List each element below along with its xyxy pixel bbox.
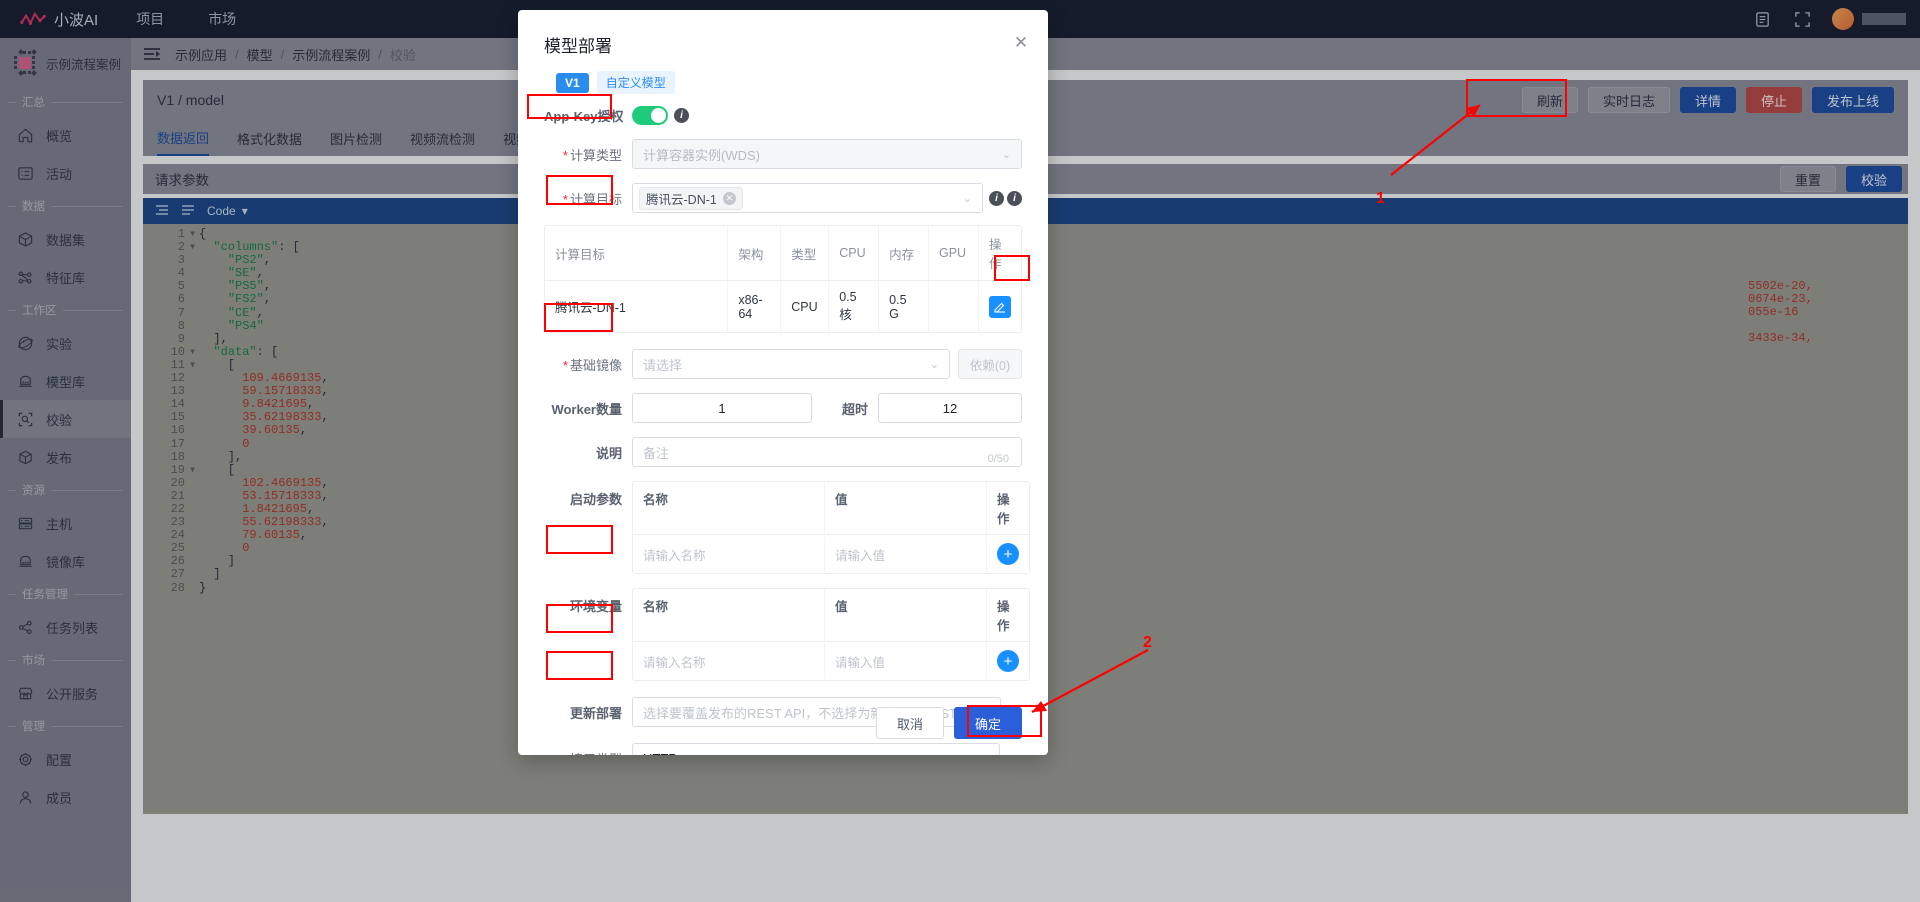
chevron-down-icon: ⌄: [929, 358, 939, 371]
col-arch: 架构: [727, 226, 782, 281]
compute-target-select[interactable]: 腾讯云-DN-1 ✕ ⌄: [632, 183, 983, 213]
start-param-value-input[interactable]: 请输入值: [825, 536, 987, 572]
table-row: 请输入名称 请输入值 +: [633, 535, 1029, 573]
appkey-toggle[interactable]: [632, 106, 668, 125]
col-name: 名称: [633, 589, 825, 641]
required-star: *: [562, 147, 568, 163]
col-action: 操作: [978, 226, 1021, 281]
col-action: 操作: [997, 493, 1010, 526]
col-target: 计算目标: [545, 226, 729, 281]
description-input[interactable]: 备注 0/50: [632, 437, 1022, 467]
required-star: *: [562, 357, 568, 373]
cell-mem: 0.5 G: [878, 280, 929, 332]
description-row: 说明 备注 0/50: [518, 437, 1048, 467]
compute-target-label: * 计算目标: [562, 191, 622, 207]
base-image-placeholder: 请选择: [643, 357, 683, 373]
timeout-input[interactable]: 12: [878, 393, 1022, 423]
col-mem: 内存: [878, 226, 929, 281]
env-var-value-input[interactable]: 请输入值: [825, 643, 987, 679]
chevron-down-icon: ⌄: [1001, 148, 1011, 161]
resource-table: 计算目标 架构 类型 CPU 内存 GPU 操作 腾讯云-DN-1 x86-64…: [544, 225, 1022, 333]
worker-timeout-row: Worker数量 1 超时 12: [518, 393, 1048, 423]
close-icon[interactable]: ✕: [722, 191, 736, 205]
cell-target: 腾讯云-DN-1: [545, 280, 729, 332]
table-row: 腾讯云-DN-1 x86-64 CPU 0.5 核 0.5 G: [545, 280, 1022, 333]
base-image-label: * 基础镜像: [562, 357, 622, 373]
version-badge: V1: [556, 72, 589, 93]
compute-target-row: * 计算目标 腾讯云-DN-1 ✕ ⌄ i i: [518, 183, 1048, 213]
info-icon[interactable]: i: [674, 108, 689, 123]
description-placeholder: 备注: [643, 445, 670, 461]
compute-type-value: 计算容器实例(WDS): [643, 147, 760, 163]
base-image-row: * 基础镜像 请选择 ⌄ 依赖(0): [518, 349, 1048, 379]
version-tags: V1 自定义模型: [518, 57, 1048, 94]
appkey-label: App-Key授权: [544, 109, 624, 124]
start-param-actions: +: [987, 535, 1029, 573]
dependency-button[interactable]: 依赖(0): [958, 349, 1022, 379]
col-cpu: CPU: [828, 226, 880, 281]
annotation-number: 1: [1376, 190, 1385, 207]
start-params-table: 名称 值 操作 请输入名称 请输入值 +: [632, 481, 1030, 574]
base-image-select[interactable]: 请选择 ⌄: [632, 349, 950, 379]
env-var-name-input[interactable]: 请输入名称: [633, 643, 825, 679]
worker-count-value: 1: [718, 400, 726, 416]
col-value: 值: [825, 482, 987, 534]
env-var-actions: +: [987, 642, 1029, 680]
compute-target-chip-label: 腾讯云-DN-1: [646, 192, 717, 207]
info-icon[interactable]: i: [989, 190, 1004, 206]
compute-target-chip[interactable]: 腾讯云-DN-1 ✕: [639, 186, 743, 210]
cell-type: CPU: [780, 280, 830, 332]
model-type-badge: 自定义模型: [596, 71, 675, 94]
annotation-number: 2: [1143, 634, 1152, 651]
confirm-button[interactable]: 确定: [953, 707, 1022, 739]
col-gpu: GPU: [928, 226, 980, 281]
description-label: 说明: [595, 445, 622, 461]
close-icon[interactable]: ✕: [1012, 34, 1030, 52]
env-vars-label: 环境变量: [569, 599, 622, 614]
table-header-row: 名称 值 操作: [633, 589, 1029, 642]
cell-gpu: [928, 280, 980, 332]
edit-icon[interactable]: [989, 295, 1011, 318]
dialog-footer: 取消 确定: [518, 691, 1048, 755]
col-value: 值: [825, 589, 987, 641]
table-header-row: 名称 值 操作: [633, 482, 1029, 535]
compute-type-label: * 计算类型: [562, 147, 622, 163]
env-vars-row: 环境变量 名称 值 操作 请输入名称 请输入值 +: [518, 588, 1048, 681]
cell-arch: x86-64: [727, 280, 782, 332]
dialog-title: 模型部署: [544, 37, 612, 56]
cancel-button[interactable]: 取消: [875, 707, 944, 739]
chevron-down-icon: ⌄: [962, 192, 972, 205]
col-type: 类型: [780, 226, 830, 281]
start-params-label: 启动参数: [569, 492, 622, 507]
compute-type-select[interactable]: 计算容器实例(WDS) ⌄: [632, 139, 1022, 169]
info-icon[interactable]: i: [1007, 190, 1022, 206]
worker-count-input[interactable]: 1: [632, 393, 812, 423]
cell-cpu: 0.5 核: [828, 280, 880, 332]
plus-icon[interactable]: +: [997, 543, 1019, 565]
appkey-row: App-Key授权 i: [518, 106, 1048, 125]
col-action: 操作: [997, 600, 1010, 633]
compute-type-row: * 计算类型 计算容器实例(WDS) ⌄: [518, 139, 1048, 169]
plus-icon[interactable]: +: [997, 650, 1019, 672]
col-name: 名称: [633, 482, 825, 534]
table-row: 请输入名称 请输入值 +: [633, 642, 1029, 680]
worker-count-label: Worker数量: [551, 401, 622, 417]
timeout-label: 超时: [841, 401, 868, 417]
env-vars-table: 名称 值 操作 请输入名称 请输入值 +: [632, 588, 1030, 681]
cell-action: [979, 281, 1022, 333]
description-counter: 0/50: [987, 453, 1009, 465]
start-param-name-input[interactable]: 请输入名称: [633, 536, 825, 572]
model-deploy-dialog: 模型部署 ✕ V1 自定义模型 App-Key授权 i * 计算类型 计算容器实例…: [518, 10, 1048, 755]
start-params-row: 启动参数 名称 值 操作 请输入名称 请输入值 +: [518, 481, 1048, 574]
required-star: *: [562, 191, 568, 207]
timeout-value: 12: [942, 400, 958, 416]
table-header-row: 计算目标 架构 类型 CPU 内存 GPU 操作: [545, 226, 1021, 281]
